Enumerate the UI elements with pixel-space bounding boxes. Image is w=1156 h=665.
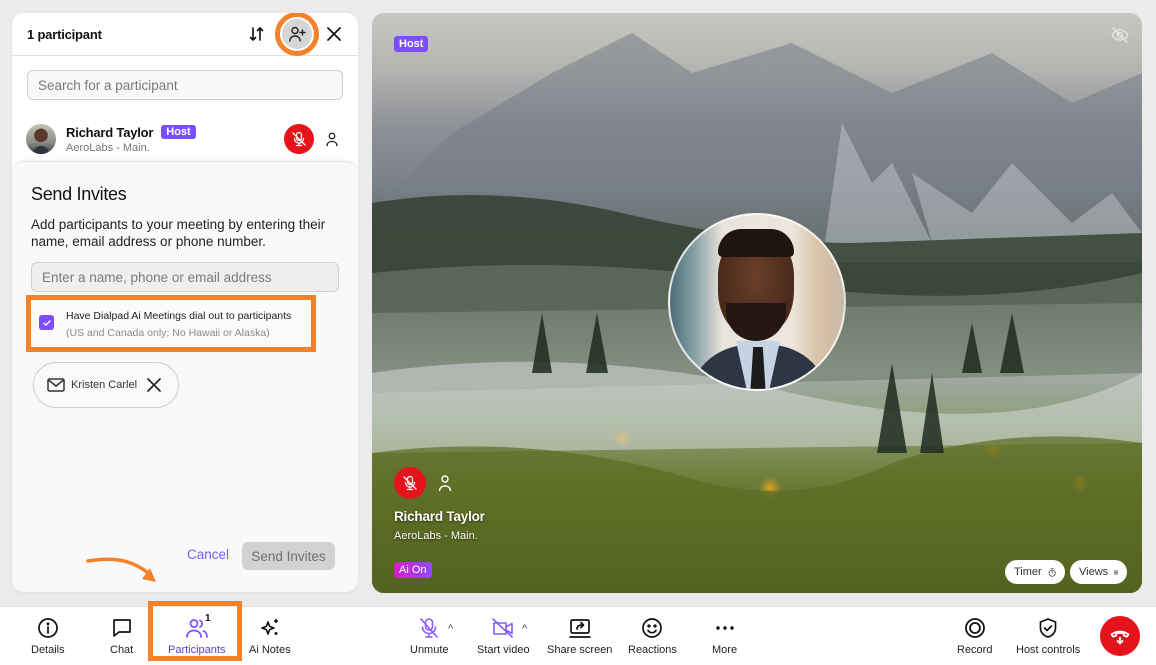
avatar — [26, 124, 56, 154]
record-icon — [964, 618, 985, 638]
chat-label: Chat — [110, 644, 134, 656]
participants-button[interactable]: Participants — [168, 617, 225, 656]
share-screen-label: Share screen — [547, 644, 613, 656]
hide-self-view-icon[interactable] — [1110, 25, 1130, 45]
record-button[interactable]: Record — [957, 617, 992, 656]
unmute-button[interactable]: Unmute — [410, 617, 449, 656]
mic-off-icon — [403, 475, 417, 491]
start-video-label: Start video — [477, 644, 530, 656]
mic-off-icon — [420, 618, 439, 638]
ellipsis-icon — [715, 626, 734, 630]
video-stage: Host Richard Taylor AeroLabs - Main. Ai … — [372, 13, 1142, 593]
send-invites-title: Send Invites — [31, 184, 127, 204]
add-person-icon — [289, 26, 306, 42]
send-invites-description: Add participants to your meeting by ente… — [31, 217, 326, 249]
participant-video-avatar — [668, 213, 846, 391]
video-off-icon — [492, 618, 514, 638]
panel-title: 1 participant — [27, 26, 102, 42]
ai-notes-button[interactable]: Ai Notes — [249, 617, 291, 656]
chat-bubble-icon — [112, 619, 131, 637]
participant-name: Richard Taylor — [66, 124, 154, 140]
participant-org: AeroLabs - Main. — [66, 141, 150, 154]
sort-arrows-icon[interactable] — [246, 23, 268, 45]
host-controls-button[interactable]: Host controls — [1016, 617, 1080, 656]
participants-count-badge: 1 — [205, 613, 211, 624]
grid-icon — [1114, 570, 1118, 574]
host-controls-label: Host controls — [1016, 644, 1081, 656]
stopwatch-icon — [1048, 567, 1056, 577]
meeting-toolbar: Details Chat Participants 1 Ai Notes Unm… — [0, 601, 1156, 665]
reactions-button[interactable]: Reactions — [628, 617, 677, 656]
participant-options-icon[interactable] — [324, 131, 340, 147]
smiley-icon — [642, 618, 663, 638]
unmute-label: Unmute — [410, 644, 449, 656]
dialout-option: Have Dialpad Ai Meetings dial out to par… — [26, 295, 316, 352]
panel-header: 1 participant — [12, 13, 358, 56]
chat-button[interactable]: Chat — [110, 617, 133, 656]
host-badge: Host — [161, 125, 196, 139]
timer-button[interactable]: Timer — [1005, 560, 1065, 584]
ai-on-badge: Ai On — [394, 562, 432, 578]
check-icon — [42, 319, 51, 326]
invite-contact-input[interactable] — [31, 262, 339, 292]
reactions-label: Reactions — [628, 644, 677, 656]
person-icon — [438, 475, 452, 492]
more-label: More — [712, 644, 738, 656]
invitee-chip: Kristen Carlel — [33, 362, 179, 408]
host-tag: Host — [394, 36, 429, 52]
close-panel-button[interactable] — [324, 24, 344, 44]
dialout-checkbox[interactable] — [39, 315, 54, 330]
views-button[interactable]: Views — [1070, 560, 1127, 584]
views-label: Views — [1079, 566, 1109, 578]
remove-invitee-icon[interactable] — [146, 377, 162, 393]
sparkle-icon — [260, 619, 278, 635]
share-screen-icon — [568, 619, 591, 638]
send-invites-button[interactable]: Send Invites — [242, 542, 335, 570]
add-participant-button[interactable] — [275, 13, 319, 56]
mail-icon — [47, 378, 65, 392]
timer-label: Timer — [1014, 566, 1042, 578]
participant-search-input[interactable] — [27, 70, 343, 100]
tile-participant-name: Richard Taylor — [394, 509, 485, 524]
details-button[interactable]: Details — [31, 617, 65, 656]
invitee-name: Kristen Carlel — [71, 379, 138, 391]
participants-panel: 1 participant Richard Taylor Host AeroLa… — [12, 13, 358, 592]
dialout-label: Have Dialpad Ai Meetings dial out to par… — [66, 310, 292, 322]
share-screen-button[interactable]: Share screen — [547, 617, 612, 656]
info-icon — [37, 618, 58, 638]
mic-off-icon — [292, 131, 306, 147]
ai-notes-label: Ai Notes — [249, 644, 291, 656]
details-label: Details — [31, 644, 65, 656]
hang-up-icon — [1110, 630, 1130, 645]
participant-row[interactable]: Richard Taylor Host AeroLabs - Main. — [26, 121, 346, 157]
leave-meeting-button[interactable] — [1100, 616, 1140, 656]
more-button[interactable]: More — [712, 617, 737, 656]
cancel-button[interactable]: Cancel — [187, 547, 229, 562]
participants-label: Participants — [168, 644, 226, 656]
record-label: Record — [957, 644, 993, 656]
tile-participant-org: AeroLabs - Main. — [394, 530, 478, 542]
dialout-sublabel: (US and Canada only; No Hawaii or Alaska… — [66, 327, 270, 339]
send-invites-card: Send Invites Add participants to your me… — [12, 161, 358, 592]
tile-mute-indicator — [394, 467, 426, 499]
participant-mute-button[interactable] — [284, 124, 314, 154]
video-options-caret-icon[interactable]: ^ — [522, 623, 527, 635]
shield-check-icon — [1039, 618, 1057, 638]
close-icon — [327, 27, 341, 41]
audio-options-caret-icon[interactable]: ^ — [448, 623, 453, 635]
